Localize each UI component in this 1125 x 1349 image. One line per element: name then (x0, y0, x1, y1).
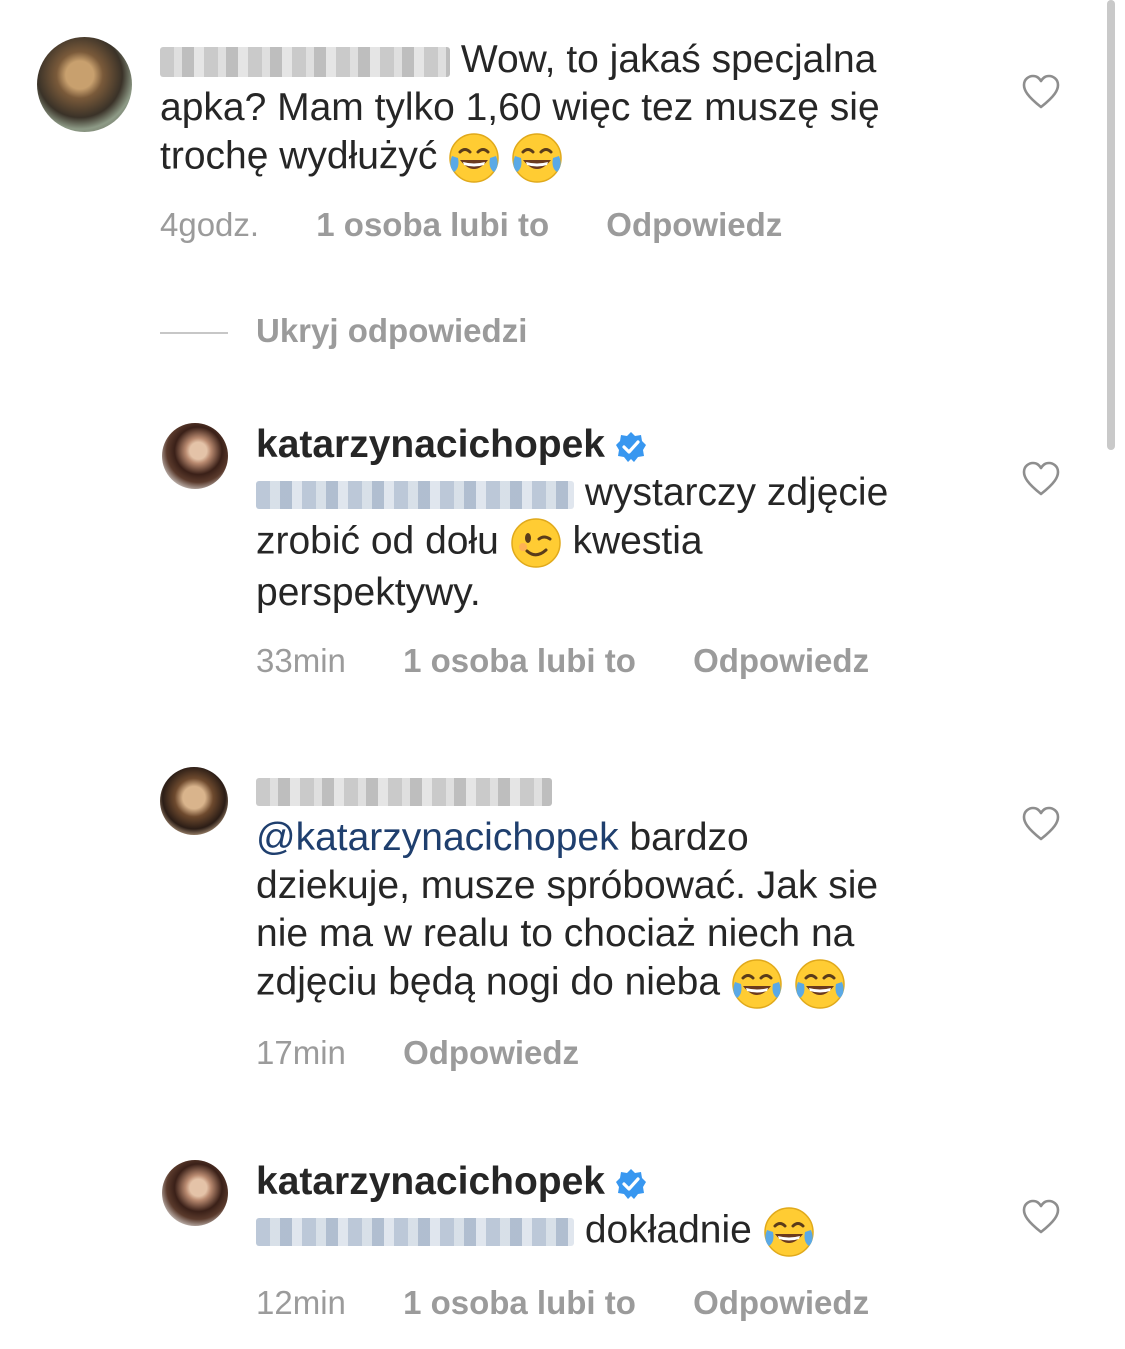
username[interactable]: katarzynacichopek (256, 1160, 605, 1203)
face-with-tears-of-joy-icon (511, 132, 563, 184)
likes-count[interactable]: 1 osoba lubi to (403, 1284, 636, 1322)
face-with-tears-of-joy-icon (763, 1206, 815, 1258)
reply-button[interactable]: Odpowiedz (693, 642, 869, 680)
reply-button[interactable]: Odpowiedz (693, 1284, 869, 1322)
heart-icon[interactable] (1022, 74, 1060, 110)
heart-icon[interactable] (1022, 461, 1060, 497)
hide-replies-label[interactable]: Ukryj odpowiedzi (256, 312, 527, 350)
timestamp: 33min (256, 642, 346, 679)
comment-meta: 4godz. 1 osoba lubi to Odpowiedz (160, 206, 830, 244)
winking-face-icon (510, 517, 562, 569)
timestamp: 17min (256, 1034, 346, 1071)
verified-badge-icon (615, 1167, 648, 1200)
heart-icon[interactable] (1022, 1199, 1060, 1235)
likes-count[interactable]: 1 osoba lubi to (316, 206, 549, 244)
likes-count[interactable]: 1 osoba lubi to (403, 642, 636, 680)
timestamp: 12min (256, 1284, 346, 1321)
reply-button[interactable]: Odpowiedz (606, 206, 782, 244)
reply-meta: 17min Odpowiedz (256, 1034, 627, 1072)
comment-text: Wow, to jakaś specjalna apka? Mam tylko … (160, 36, 1020, 184)
face-with-tears-of-joy-icon (794, 958, 846, 1010)
reply-meta: 12min 1 osoba lubi to Odpowiedz (256, 1284, 917, 1322)
face-with-tears-of-joy-icon (448, 132, 500, 184)
mention-redacted[interactable] (256, 480, 574, 509)
avatar[interactable] (162, 1160, 228, 1226)
reply-text: katarzynacichopek wystarczy zdjęcie zrob… (256, 423, 889, 614)
verified-badge-icon (615, 430, 648, 463)
timestamp: 4godz. (160, 206, 260, 243)
avatar[interactable] (160, 767, 228, 835)
avatar[interactable] (162, 423, 228, 489)
username-redacted[interactable] (256, 777, 552, 806)
scrollbar[interactable] (1107, 0, 1115, 450)
mention-redacted[interactable] (256, 1218, 574, 1246)
mention-link[interactable]: @katarzynacichopek (256, 816, 619, 859)
heart-icon[interactable] (1022, 806, 1060, 842)
reply-text: katarzynacichopek dokładnie (256, 1158, 1016, 1258)
username-redacted[interactable] (160, 46, 450, 77)
avatar[interactable] (37, 37, 132, 132)
reply-button[interactable]: Odpowiedz (403, 1034, 579, 1072)
face-with-tears-of-joy-icon (731, 958, 783, 1010)
divider (160, 332, 228, 334)
reply-meta: 33min 1 osoba lubi to Odpowiedz (256, 642, 917, 680)
username[interactable]: katarzynacichopek (256, 423, 605, 466)
reply-text: @katarzynacichopek bardzo dziekuje, musz… (256, 766, 1016, 1010)
